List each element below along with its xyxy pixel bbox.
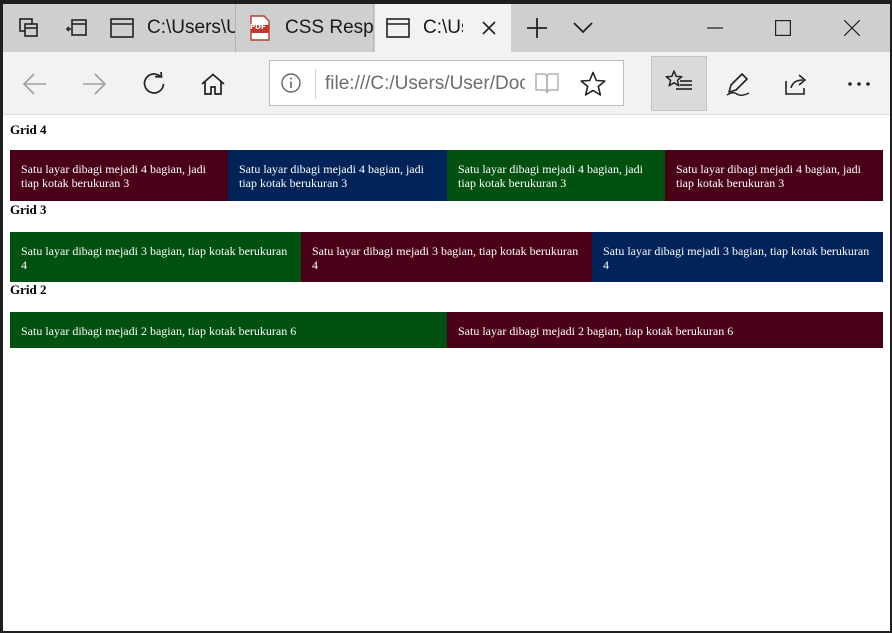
tab-css-responsive[interactable]: PDF CSS Responsive Grid xyxy=(237,4,374,52)
tab-active-documents[interactable]: C:\Users\User\Documents xyxy=(375,4,511,52)
tab-title: C:\Users\User\Documents xyxy=(423,17,463,38)
grid-cell: Satu layar dibagi mejadi 2 bagian, tiap … xyxy=(447,312,883,348)
grid-row-4: Satu layar dibagi mejadi 4 bagian, jadi … xyxy=(10,150,883,201)
address-divider xyxy=(315,69,316,99)
page-content: Grid 4 Satu layar dibagi mejadi 4 bagian… xyxy=(3,116,890,631)
grid-cell: Satu layar dibagi mejadi 3 bagian, tiap … xyxy=(592,232,883,282)
share-icon[interactable] xyxy=(775,64,819,104)
grid-cell: Satu layar dibagi mejadi 4 bagian, jadi … xyxy=(447,150,665,201)
grid-cell: Satu layar dibagi mejadi 3 bagian, tiap … xyxy=(301,232,592,282)
minimize-icon[interactable] xyxy=(681,4,749,52)
grid-cell: Satu layar dibagi mejadi 4 bagian, jadi … xyxy=(10,150,228,201)
star-icon[interactable] xyxy=(580,71,606,97)
close-tab-icon[interactable] xyxy=(477,16,501,40)
maximize-icon[interactable] xyxy=(749,4,817,52)
tab-manager-icon[interactable] xyxy=(7,4,51,52)
forward-icon[interactable] xyxy=(72,64,116,104)
tab-documents[interactable]: C:\Users\User\Documents xyxy=(99,4,236,52)
url-input[interactable]: file:///C:/Users/User/Documents xyxy=(325,73,525,95)
info-icon[interactable] xyxy=(280,72,302,94)
page-icon xyxy=(385,15,411,41)
grid-cell: Satu layar dibagi mejadi 4 bagian, jadi … xyxy=(665,150,883,201)
pen-notes-icon[interactable] xyxy=(716,64,760,104)
tab-title: CSS Responsive Grid xyxy=(285,17,374,38)
home-icon[interactable] xyxy=(191,64,235,104)
grid-row-3: Satu layar dibagi mejadi 3 bagian, tiap … xyxy=(10,232,883,282)
back-icon[interactable] xyxy=(13,64,57,104)
section-heading: Grid 4 xyxy=(10,122,47,137)
favorites-list-icon xyxy=(665,69,693,98)
grid-row-2: Satu layar dibagi mejadi 2 bagian, tiap … xyxy=(10,312,883,348)
refresh-icon[interactable] xyxy=(132,64,176,104)
grid-cell: Satu layar dibagi mejadi 4 bagian, jadi … xyxy=(228,150,447,201)
section-heading: Grid 2 xyxy=(10,282,47,297)
tab-title: C:\Users\User\Documents xyxy=(147,17,235,38)
navigation-bar: file:///C:/Users/User/Documents xyxy=(3,52,890,115)
grid-cell: Satu layar dibagi mejadi 3 bagian, tiap … xyxy=(10,232,301,282)
tab-preview-chevron-icon[interactable] xyxy=(561,4,605,52)
section-heading: Grid 3 xyxy=(10,202,47,217)
browser-window: C:\Users\User\Documents PDF CSS Responsi… xyxy=(3,4,890,631)
tab-bar: C:\Users\User\Documents PDF CSS Responsi… xyxy=(3,4,890,52)
close-window-icon[interactable] xyxy=(818,4,886,52)
more-options-icon[interactable] xyxy=(837,64,881,104)
page-icon xyxy=(109,15,135,41)
set-aside-tabs-icon[interactable] xyxy=(55,4,99,52)
address-bar[interactable]: file:///C:/Users/User/Documents xyxy=(269,60,624,106)
favorites-hub-button[interactable] xyxy=(651,56,707,111)
pdf-icon-label: PDF xyxy=(250,23,266,31)
reading-view-icon[interactable] xyxy=(534,71,560,97)
grid-cell: Satu layar dibagi mejadi 2 bagian, tiap … xyxy=(10,312,447,348)
new-tab-icon[interactable] xyxy=(515,4,559,52)
